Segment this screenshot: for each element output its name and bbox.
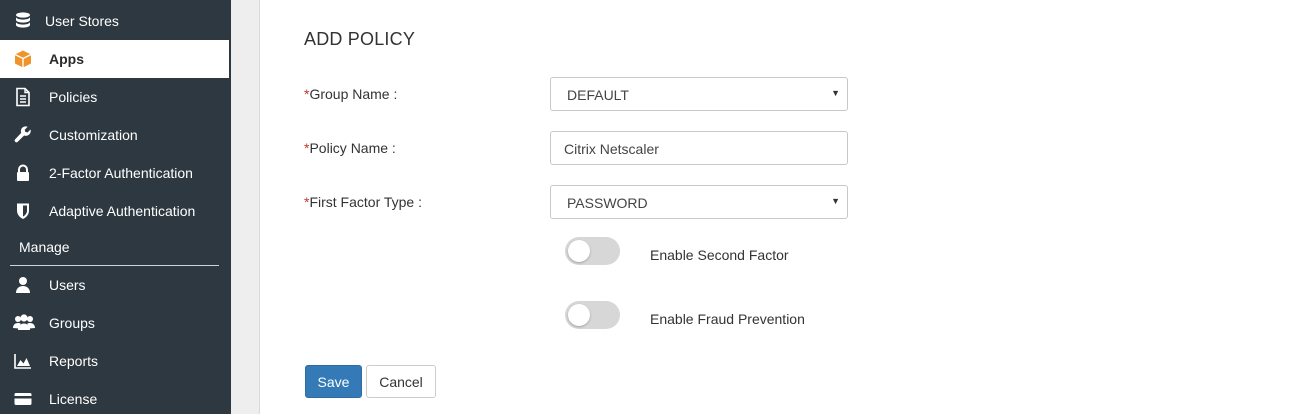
wrench-icon bbox=[13, 125, 33, 145]
enable-fraud-prevention-label: Enable Fraud Prevention bbox=[650, 311, 805, 327]
first-factor-type-select[interactable]: PASSWORD ▼ bbox=[550, 185, 848, 219]
sidebar-item-label: License bbox=[49, 391, 98, 407]
main-content: ADD POLICY *Group Name : DEFAULT ▼ *Poli… bbox=[261, 0, 1301, 414]
shield-icon bbox=[13, 201, 33, 221]
sidebar-item-adaptive-authentication[interactable]: Adaptive Authentication bbox=[0, 192, 229, 230]
document-icon bbox=[13, 87, 33, 107]
enable-second-factor-label: Enable Second Factor bbox=[650, 247, 789, 263]
sidebar-item-customization[interactable]: Customization bbox=[0, 116, 229, 154]
credit-card-icon bbox=[13, 389, 33, 409]
save-button[interactable]: Save bbox=[305, 365, 362, 398]
toggle-knob bbox=[568, 304, 590, 326]
sidebar-item-label: Reports bbox=[49, 353, 99, 369]
user-icon bbox=[13, 275, 33, 295]
sidebar-item-users[interactable]: Users bbox=[0, 266, 229, 304]
group-name-select[interactable]: DEFAULT ▼ bbox=[550, 77, 848, 111]
sidebar-section-manage: Manage bbox=[19, 239, 70, 255]
caret-down-icon: ▼ bbox=[831, 88, 840, 98]
sidebar-item-policies[interactable]: Policies bbox=[0, 78, 229, 116]
sidebar: User Stores Apps Policies Customization … bbox=[0, 0, 231, 414]
sidebar-item-label: User Stores bbox=[45, 13, 119, 29]
policy-name-value: Citrix Netscaler bbox=[564, 141, 659, 157]
sidebar-item-apps[interactable]: Apps bbox=[0, 40, 229, 78]
cancel-button[interactable]: Cancel bbox=[366, 365, 436, 398]
database-icon bbox=[13, 11, 33, 31]
policy-name-label: *Policy Name : bbox=[304, 140, 396, 156]
group-name-value: DEFAULT bbox=[567, 87, 629, 103]
area-chart-icon bbox=[13, 351, 33, 371]
enable-second-factor-toggle[interactable] bbox=[565, 237, 620, 265]
sidebar-item-label: Apps bbox=[49, 51, 84, 67]
page-title: ADD POLICY bbox=[304, 29, 416, 49]
lock-icon bbox=[13, 163, 33, 183]
sidebar-item-groups[interactable]: Groups bbox=[0, 304, 229, 342]
content-gutter bbox=[231, 0, 260, 414]
sidebar-item-reports[interactable]: Reports bbox=[0, 342, 229, 380]
sidebar-item-label: Adaptive Authentication bbox=[49, 203, 196, 219]
sidebar-item-label: Groups bbox=[49, 315, 95, 331]
cube-icon bbox=[13, 49, 33, 69]
sidebar-item-2-factor-authentication[interactable]: 2-Factor Authentication bbox=[0, 154, 229, 192]
caret-down-icon: ▼ bbox=[831, 196, 840, 206]
sidebar-item-label: Customization bbox=[49, 127, 138, 143]
first-factor-type-label: *First Factor Type : bbox=[304, 194, 422, 210]
sidebar-item-user-stores[interactable]: User Stores bbox=[0, 2, 229, 40]
sidebar-item-label: Users bbox=[49, 277, 86, 293]
policy-name-input[interactable]: Citrix Netscaler bbox=[550, 131, 848, 165]
users-icon bbox=[12, 313, 36, 333]
sidebar-item-license[interactable]: License bbox=[0, 380, 229, 414]
sidebar-item-label: 2-Factor Authentication bbox=[49, 165, 193, 181]
first-factor-type-value: PASSWORD bbox=[567, 195, 648, 211]
toggle-knob bbox=[568, 240, 590, 262]
group-name-label: *Group Name : bbox=[304, 86, 398, 102]
sidebar-item-label: Policies bbox=[49, 89, 98, 105]
enable-fraud-prevention-toggle[interactable] bbox=[565, 301, 620, 329]
